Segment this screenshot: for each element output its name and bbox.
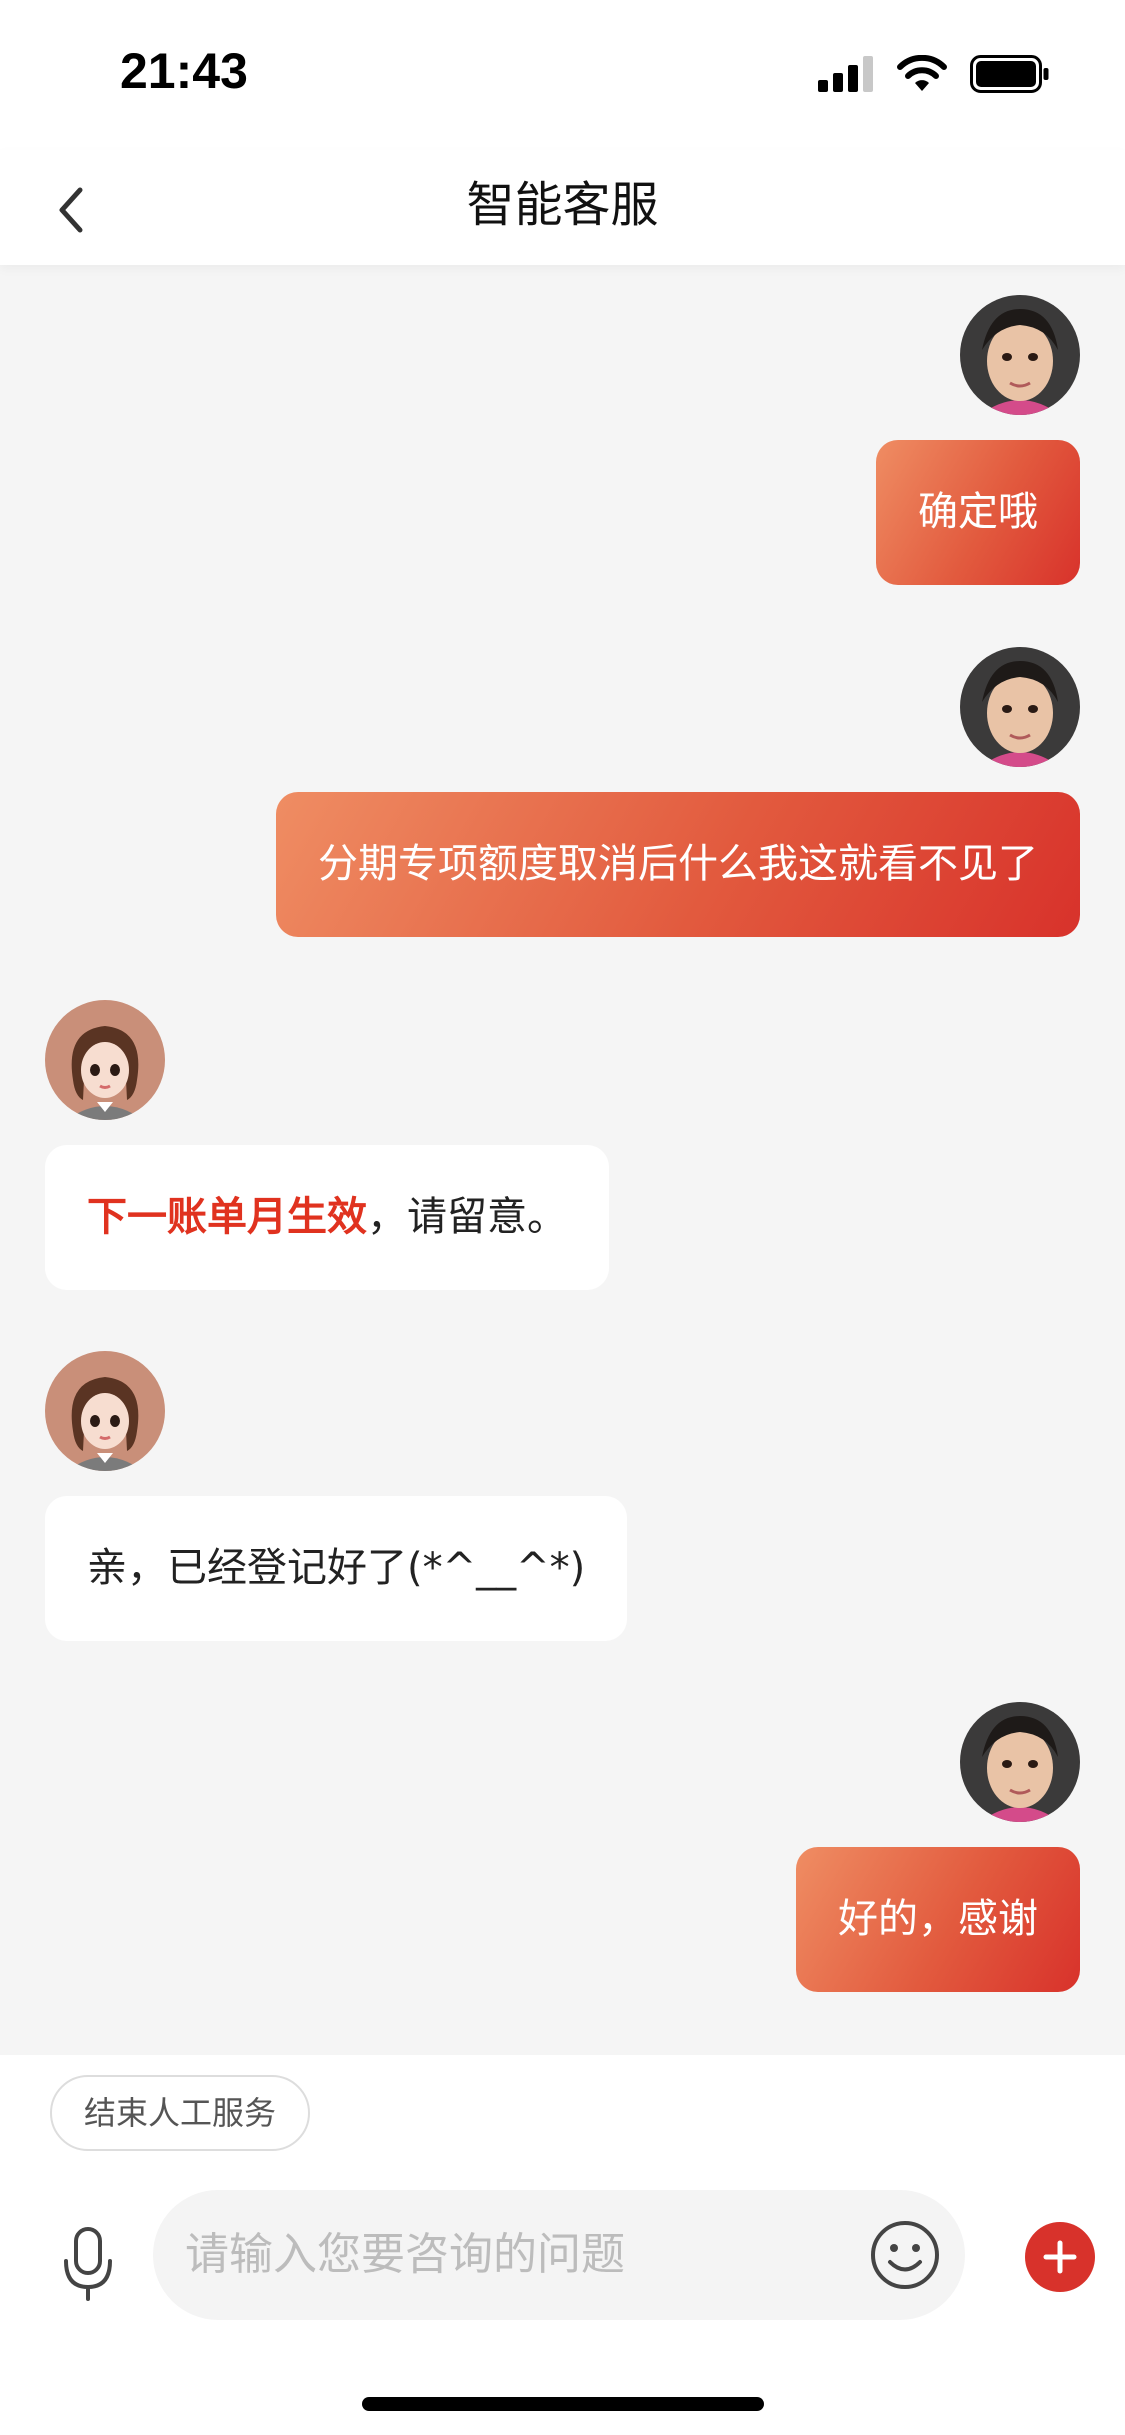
input-placeholder: 请输入您要咨询的问题 bbox=[185, 2229, 625, 2280]
cellular-signal-icon bbox=[818, 56, 874, 96]
status-bar: 21:43 bbox=[0, 0, 1125, 150]
wifi-icon bbox=[896, 54, 948, 97]
highlight-text: 下一账单月生效 bbox=[87, 1194, 367, 1240]
input-panel: 结束人工服务 请输入您要咨询的问题 bbox=[0, 2055, 1125, 2435]
user-avatar[interactable] bbox=[960, 647, 1080, 767]
emoji-button[interactable] bbox=[865, 2215, 945, 2295]
battery-icon bbox=[970, 55, 1050, 97]
end-human-service-button[interactable]: 结束人工服务 bbox=[50, 2075, 311, 2151]
message-bubble-agent: 下一账单月生效，请留意。 bbox=[45, 1145, 609, 1290]
microphone-icon bbox=[64, 2227, 112, 2301]
status-time: 21:43 bbox=[120, 43, 248, 99]
message-bubble-user: 好的，感谢 bbox=[796, 1847, 1080, 1992]
status-icons bbox=[818, 54, 1050, 97]
message-text: ，请留意。 bbox=[367, 1194, 567, 1240]
voice-input-button[interactable] bbox=[48, 2215, 128, 2315]
message-bubble-user: 确定哦 bbox=[876, 440, 1080, 585]
agent-avatar[interactable] bbox=[45, 1351, 165, 1471]
question-input[interactable]: 请输入您要咨询的问题 bbox=[153, 2190, 965, 2320]
smiley-icon bbox=[871, 2221, 939, 2289]
user-avatar[interactable] bbox=[960, 295, 1080, 415]
agent-avatar[interactable] bbox=[45, 1000, 165, 1120]
user-avatar[interactable] bbox=[960, 1702, 1080, 1822]
more-actions-button[interactable] bbox=[1025, 2222, 1095, 2292]
message-bubble-agent: 亲，已经登记好了(*^__^*) bbox=[45, 1496, 628, 1641]
home-indicator[interactable] bbox=[362, 2397, 764, 2411]
nav-bar: 智能客服 bbox=[0, 150, 1125, 265]
message-bubble-user: 分期专项额度取消后什么我这就看不见了 bbox=[276, 792, 1080, 937]
page-title: 智能客服 bbox=[466, 177, 659, 233]
chat-list[interactable]: 确定哦 分期专项额度取消后什么我这就看不见了 下一账单月生效，请留意。 亲，已经… bbox=[0, 265, 1125, 2055]
plus-icon bbox=[1043, 2240, 1077, 2274]
